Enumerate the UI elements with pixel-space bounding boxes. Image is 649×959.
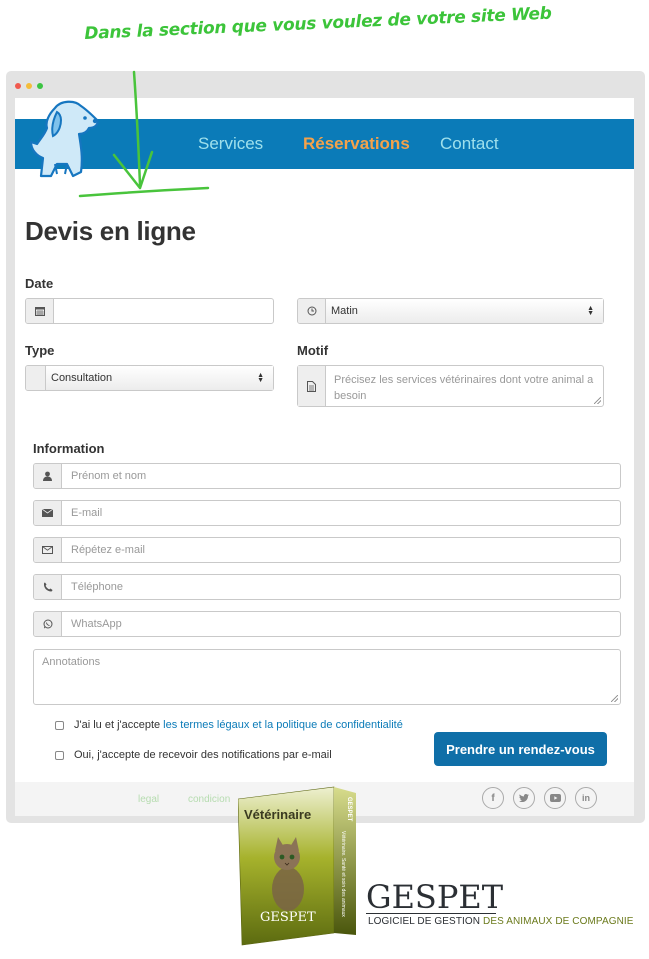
footer-link-condicion[interactable]: condicion	[188, 794, 230, 805]
type-label: Type	[25, 343, 55, 358]
type-select-group[interactable]: Consultation ▲ ▼	[25, 365, 274, 391]
date-label: Date	[25, 276, 54, 291]
calendar-icon	[26, 299, 54, 323]
nav-contact[interactable]: Contact	[440, 134, 499, 154]
notifications-checkbox[interactable]	[55, 750, 64, 760]
legal-consent-row: J'ai lu et j'accepte les termes légaux e…	[55, 719, 403, 731]
email-repeat-input[interactable]: Répétez e-mail	[62, 538, 620, 562]
book-appointment-button[interactable]: Prendre un rendez-vous	[434, 732, 607, 766]
type-select[interactable]: Consultation ▲ ▼	[46, 366, 273, 390]
minimize-dot-icon[interactable]	[26, 83, 32, 89]
brand-tagline: LOGICIEL DE GESTION DES ANIMAUX DE COMPA…	[368, 916, 634, 927]
phone-input-group[interactable]: Téléphone	[33, 574, 621, 600]
web-page: Services Réservations Contact Devis en l…	[15, 98, 634, 816]
facebook-icon[interactable]: f	[482, 787, 504, 809]
envelope-outline-icon	[34, 538, 62, 562]
nav-reservations[interactable]: Réservations	[303, 134, 410, 154]
twitter-icon[interactable]	[513, 787, 535, 809]
brand-tagline-part1: LOGICIEL DE GESTION	[368, 916, 483, 927]
legal-consent-checkbox[interactable]	[55, 720, 64, 730]
brand-divider	[366, 913, 496, 914]
close-dot-icon[interactable]	[15, 83, 21, 89]
email-repeat-input-group[interactable]: Répétez e-mail	[33, 537, 621, 563]
footer-link-legal[interactable]: legal	[138, 794, 159, 805]
document-icon	[298, 366, 326, 406]
user-icon	[34, 464, 62, 488]
time-select-value: Matin	[331, 305, 358, 317]
annotations-placeholder: Annotations	[42, 656, 101, 668]
window-controls	[15, 83, 43, 89]
resize-grip-icon[interactable]	[594, 397, 601, 404]
time-select-group[interactable]: Matin ▲ ▼	[297, 298, 604, 324]
information-label: Information	[33, 441, 105, 456]
clock-icon	[298, 299, 326, 323]
select-arrows-icon: ▲ ▼	[257, 372, 264, 384]
whatsapp-input-group[interactable]: WhatsApp	[33, 611, 621, 637]
motif-label: Motif	[297, 343, 329, 358]
whatsapp-input[interactable]: WhatsApp	[62, 612, 620, 636]
software-box-icon: Vétérinaire GESPET GESPET Vétérinaire. S…	[238, 786, 356, 946]
type-addon	[26, 366, 46, 390]
browser-window: Services Réservations Contact Devis en l…	[6, 71, 645, 823]
phone-input[interactable]: Téléphone	[62, 575, 620, 599]
time-select[interactable]: Matin ▲ ▼	[326, 299, 603, 323]
whatsapp-icon	[34, 612, 62, 636]
brand-tagline-part2: DES ANIMAUX DE COMPAGNIE	[483, 916, 634, 927]
name-input-group[interactable]: Prénom et nom	[33, 463, 621, 489]
name-input[interactable]: Prénom et nom	[62, 464, 620, 488]
notifications-consent-row: Oui, j'accepte de recevoir des notificat…	[55, 749, 332, 761]
nav-services[interactable]: Services	[198, 134, 263, 154]
maximize-dot-icon[interactable]	[37, 83, 43, 89]
motif-placeholder: Précisez les services vétérinaires dont …	[334, 374, 594, 402]
annotation-text: Dans la section que vous voulez de votre…	[84, 3, 552, 44]
box-side-top: GESPET	[346, 797, 352, 822]
resize-grip-icon[interactable]	[611, 695, 618, 702]
navbar: Services Réservations Contact	[15, 119, 634, 169]
type-select-value: Consultation	[51, 372, 113, 384]
annotations-textarea[interactable]: Annotations	[33, 649, 621, 705]
select-arrows-icon: ▲ ▼	[587, 305, 594, 317]
box-title: Vétérinaire	[244, 807, 311, 822]
linkedin-icon[interactable]: in	[575, 787, 597, 809]
motif-textarea[interactable]: Précisez les services vétérinaires dont …	[326, 366, 603, 406]
motif-textarea-group[interactable]: Précisez les services vétérinaires dont …	[297, 365, 604, 407]
legal-terms-link[interactable]: les termes légaux et la politique de con…	[163, 719, 403, 731]
box-brand: GESPET	[260, 910, 316, 925]
envelope-icon	[34, 501, 62, 525]
email-input[interactable]: E-mail	[62, 501, 620, 525]
youtube-icon[interactable]	[544, 787, 566, 809]
brand-name: GESPET	[366, 878, 504, 916]
page-title: Devis en ligne	[25, 216, 196, 246]
legal-consent-text: J'ai lu et j'accepte	[74, 719, 161, 731]
notifications-text: Oui, j'accepte de recevoir des notificat…	[74, 749, 332, 761]
phone-icon	[34, 575, 62, 599]
email-input-group[interactable]: E-mail	[33, 500, 621, 526]
dog-logo-icon[interactable]	[27, 98, 99, 182]
box-side-text: Vétérinaire. Santé et soin des animaux	[340, 831, 346, 917]
date-input[interactable]	[54, 299, 273, 323]
date-input-group[interactable]	[25, 298, 274, 324]
